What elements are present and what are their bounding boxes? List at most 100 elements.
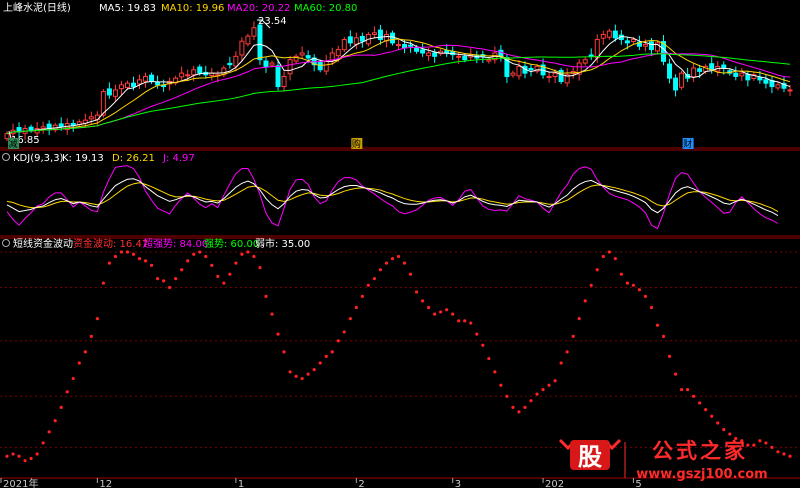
fund-dot [162,279,166,283]
fund-dot [318,361,322,365]
fund-dot [475,332,479,336]
candle-body [347,36,353,44]
fund-dot [216,274,220,279]
fund-dot [41,441,45,445]
fund-dot [402,261,407,265]
candle-body [299,52,305,56]
fund-dot [692,394,696,398]
candle-body [281,75,287,88]
candle-body [642,44,648,47]
fund-dot [559,361,563,365]
fund-dot [11,452,15,456]
candle-body [341,39,347,51]
fund-dot [451,312,455,316]
fund-dot [619,272,623,276]
fund-dot [246,250,250,254]
fund-dot [186,259,190,263]
fund-dot [378,268,383,272]
candle-body [371,32,377,35]
candle-body [498,49,504,57]
candle-body [28,126,34,131]
candle-body [106,88,112,96]
candle-body [528,67,534,71]
weak-label: 弱市: 35.00 [255,237,310,250]
candle-body [721,64,727,69]
fund-dot [149,263,154,267]
fund-dot [240,252,244,256]
fund-dot [125,250,130,254]
x-axis-tick-label: 1 [238,479,244,488]
fund-dot [83,350,87,354]
fund-dot [553,379,557,383]
fund-dot [354,305,358,310]
fund-dot [264,294,268,298]
candle-body [630,39,636,43]
fund-dot [595,268,599,272]
watermark-text: 公式之家 [652,439,748,463]
candle-body [444,50,450,54]
candle-body [667,63,673,79]
fund-dot [306,372,310,376]
candle-body [149,74,155,83]
fund-dot [131,252,136,256]
candle-body [377,29,383,41]
candle-body [546,75,552,78]
fund-dot [35,452,39,456]
fund-dot [53,419,57,423]
candle-body [396,44,401,47]
ma60-label: MA60: 20.80 [294,3,357,14]
fund-dot [65,390,69,394]
fund-dot [547,383,551,387]
fund-dot [445,308,449,312]
fund-dot [637,288,642,292]
x-axis-tick-label: 2021年 [3,477,38,488]
fund-dot [228,272,232,276]
fund-dot [716,421,720,425]
fund-dot [649,305,654,310]
stock-chart[interactable]: 上峰水泥(日线) MA5: 19.83 MA10: 19.96 MA20: 20… [0,0,800,488]
candle-body [245,35,251,45]
fund-dot [613,257,617,261]
candle-body [673,77,679,91]
fund-dot [330,350,334,354]
fund-dot [704,408,708,412]
candle-body [552,72,558,77]
candle-body [426,52,432,57]
fund-dot [174,277,178,281]
candle-body [600,33,606,39]
fund-dot [17,454,21,458]
fund-dot [601,254,605,259]
fund-dot [643,294,648,298]
fund-dot [529,399,533,403]
fund-dot [517,410,521,414]
candle-body [40,126,46,130]
candle-body [179,72,185,78]
event-badge-text: 减 [9,138,18,150]
x-axis-tick-label: 2 [358,479,364,488]
candle-body [323,60,329,72]
fund-dot [89,334,93,338]
fund-dot [47,430,51,434]
fund-dot [180,268,184,272]
fund-dot [95,317,99,321]
fund-dot [23,459,27,463]
candle-body [510,72,516,76]
candle-body [112,89,118,97]
fund-dot [234,261,238,265]
fund-dot [728,432,732,436]
fund-value-label: 资金波动: 16.47 [73,237,148,250]
fund-dot [523,405,527,409]
fund-dot [782,452,786,456]
fund-dot [384,261,389,265]
candle-body [239,40,245,56]
fund-dot [77,361,81,365]
fund-dot [788,454,792,458]
candle-body [414,47,420,52]
fund-dot [469,321,473,325]
candle-body [763,79,769,84]
fund-title: 短线资金波动 [13,237,73,250]
watermark-url: www.gszj100.com [636,467,767,482]
strong-label: 强势: 60.00 [204,237,259,250]
super-strong-label: 超强势: 84.00 [143,237,208,250]
fund-dot [667,354,672,358]
